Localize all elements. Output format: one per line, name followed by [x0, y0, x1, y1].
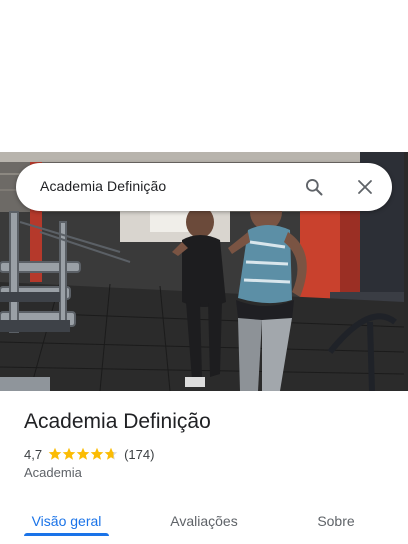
place-category[interactable]: Academia — [24, 465, 82, 480]
photo-edge — [404, 152, 408, 391]
place-info-panel: Academia Definição 4,7 (174) Academia Vi… — [0, 391, 408, 544]
blank-header-area — [0, 0, 408, 152]
star-rating — [48, 447, 118, 461]
tab-reviews[interactable]: Avaliações — [158, 498, 250, 544]
maps-place-screen: Academia Definição Academia Definição 4,… — [0, 0, 408, 544]
rating-value: 4,7 — [24, 446, 43, 462]
search-icon[interactable] — [304, 177, 324, 197]
star-icons — [48, 447, 118, 460]
search-bar[interactable]: Academia Definição — [16, 163, 392, 211]
place-title: Academia Definição — [24, 410, 211, 433]
rating-row[interactable]: 4,7 (174) — [24, 445, 154, 463]
place-tabs: Visão geral Avaliações Sobre — [0, 498, 408, 544]
review-count[interactable]: (174) — [124, 447, 154, 462]
active-tab-indicator — [24, 533, 109, 536]
close-icon[interactable] — [356, 178, 374, 196]
tab-about[interactable]: Sobre — [305, 498, 367, 544]
tab-overview[interactable]: Visão geral — [24, 498, 109, 544]
search-query-text[interactable]: Academia Definição — [40, 178, 166, 194]
